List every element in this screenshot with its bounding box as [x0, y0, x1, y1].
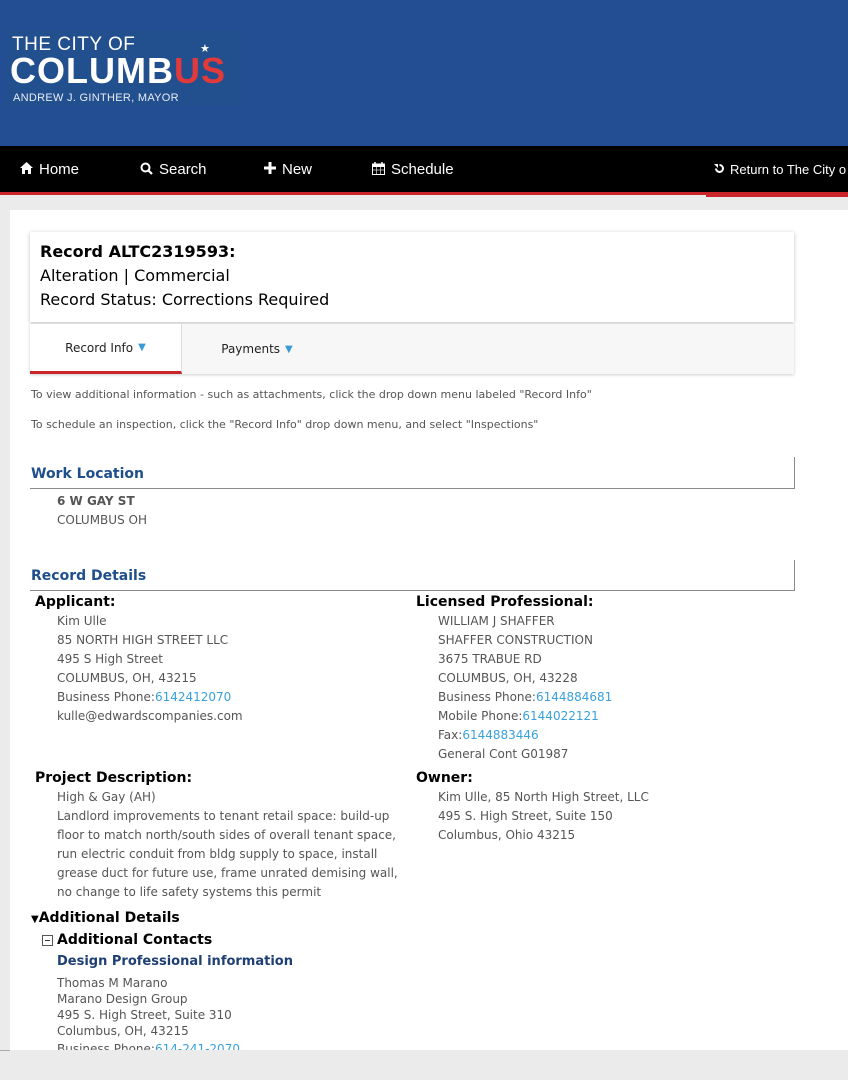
project-description-label: Project Description:	[35, 770, 193, 786]
logo-main-text: COLUMB	[10, 50, 174, 91]
licensed-business-phone-link[interactable]: 6144884681	[536, 690, 612, 704]
nav-new[interactable]: New	[264, 161, 312, 178]
additional-details-toggle[interactable]: ▼Additional Details	[31, 910, 180, 926]
project-line: no change to life safety systems this pe…	[57, 885, 322, 899]
home-icon	[20, 162, 33, 177]
design-city: Columbus, OH, 43215	[57, 1024, 189, 1038]
record-header: Record ALTC2319593: Alteration | Commerc…	[30, 232, 794, 322]
tab-payments-label: Payments	[221, 342, 281, 356]
work-location-heading: Work Location	[31, 466, 145, 482]
triangle-down-icon: ▼	[31, 914, 39, 925]
nav-schedule-label: Schedule	[391, 161, 454, 178]
applicant-phone-link[interactable]: 6142412070	[155, 690, 231, 704]
page-bottom	[0, 1050, 848, 1080]
licensed-city: COLUMBUS, OH, 43228	[438, 671, 578, 685]
licensed-company: SHAFFER CONSTRUCTION	[438, 633, 593, 647]
licensed-license: General Cont G01987	[438, 747, 569, 761]
applicant-city: COLUMBUS, OH, 43215	[57, 671, 197, 685]
nav-home-label: Home	[39, 161, 80, 178]
licensed-name: WILLIAM J SHAFFER	[438, 614, 555, 628]
additional-contacts-toggle[interactable]: Additional Contacts	[42, 932, 212, 948]
nav-return-link[interactable]: Return to The City o	[714, 162, 846, 177]
nav-divider-accent	[706, 195, 848, 197]
logo-accent-text: US	[173, 50, 226, 91]
licensed-mobile-phone-link[interactable]: 6144022121	[522, 709, 598, 723]
work-address: 6 W GAY ST	[57, 494, 135, 508]
project-line: grease duct for future use, frame unrate…	[57, 866, 398, 880]
project-line: Landlord improvements to tenant retail s…	[57, 809, 390, 823]
nav-search[interactable]: Search	[140, 161, 207, 178]
applicant-name: Kim Ulle	[57, 614, 107, 628]
applicant-company: 85 NORTH HIGH STREET LLC	[57, 633, 229, 647]
owner-line: 495 S. High Street, Suite 150	[438, 809, 613, 823]
section-border	[794, 560, 795, 591]
info-inspections: To schedule an inspection, click the "Re…	[31, 418, 539, 431]
record-title: Record ALTC2319593:	[40, 242, 236, 261]
licensed-fax-label: Fax:	[438, 728, 463, 742]
logo-mayor: ANDREW J. GINTHER, MAYOR	[13, 92, 179, 104]
section-divider	[30, 488, 795, 489]
search-icon	[140, 162, 153, 178]
applicant-label: Applicant:	[35, 594, 116, 610]
applicant-phone-label: Business Phone:	[57, 690, 155, 704]
nav-home[interactable]: Home	[20, 161, 79, 178]
record-tabs: Record Info ▼ Payments ▼	[30, 324, 794, 374]
design-street: 495 S. High Street, Suite 310	[57, 1008, 232, 1022]
licensed-business-label: Business Phone:	[438, 690, 536, 704]
tab-record-info[interactable]: Record Info ▼	[30, 324, 182, 374]
nav-schedule[interactable]: Schedule	[372, 161, 454, 178]
applicant-street: 495 S High Street	[57, 652, 164, 666]
info-attachments: To view additional information - such as…	[31, 388, 592, 401]
owner-line: Columbus, Ohio 43215	[438, 828, 576, 842]
star-icon: ★	[200, 42, 210, 55]
licensed-professional-label: Licensed Professional:	[416, 594, 594, 610]
additional-contacts-heading: Additional Contacts	[57, 932, 213, 948]
record-status: Record Status: Corrections Required	[40, 290, 330, 309]
nav-search-label: Search	[159, 161, 207, 178]
record-type: Alteration | Commercial	[40, 266, 230, 285]
design-company: Marano Design Group	[57, 992, 188, 1006]
work-city: COLUMBUS OH	[57, 513, 147, 527]
design-name: Thomas M Marano	[57, 976, 168, 990]
licensed-business-phone-row: Business Phone:6144884681	[438, 690, 612, 704]
collapse-icon	[42, 934, 53, 946]
project-line: floor to match north/south sides of over…	[57, 828, 396, 842]
caret-down-icon: ▼	[138, 342, 146, 353]
city-logo[interactable]: THE CITY OF COLUMBUS ★ ANDREW J. GINTHER…	[6, 30, 246, 106]
undo-icon	[714, 162, 725, 177]
calendar-icon	[372, 161, 385, 178]
caret-down-icon: ▼	[285, 343, 293, 355]
applicant-email: kulle@edwardscompanies.com	[57, 709, 243, 723]
project-name: High & Gay (AH)	[57, 790, 156, 804]
design-professional-heading: Design Professional information	[57, 954, 293, 969]
applicant-phone-row: Business Phone:6142412070	[57, 690, 231, 704]
licensed-street: 3675 TRABUE RD	[438, 652, 542, 666]
owner-line: Kim Ulle, 85 North High Street, LLC	[438, 790, 649, 804]
edge-line	[0, 1050, 10, 1051]
licensed-mobile-phone-row: Mobile Phone:6144022121	[438, 709, 599, 723]
licensed-mobile-label: Mobile Phone:	[438, 709, 523, 723]
nav-new-label: New	[282, 161, 313, 178]
record-details-heading: Record Details	[31, 568, 147, 584]
owner-label: Owner:	[416, 770, 473, 786]
project-line: run electric conduit from bldg supply to…	[57, 847, 378, 861]
licensed-fax-link[interactable]: 6144883446	[462, 728, 538, 742]
plus-icon	[264, 162, 276, 177]
logo-line2: COLUMBUS	[10, 50, 226, 92]
licensed-fax-row: Fax:6144883446	[438, 728, 539, 742]
section-divider	[30, 590, 795, 591]
additional-details-heading: Additional Details	[38, 910, 180, 926]
nav-return-label: Return to The City o	[730, 162, 847, 177]
section-border	[794, 457, 795, 489]
tab-payments[interactable]: Payments ▼	[182, 324, 332, 374]
tab-record-info-label: Record Info	[65, 340, 134, 355]
